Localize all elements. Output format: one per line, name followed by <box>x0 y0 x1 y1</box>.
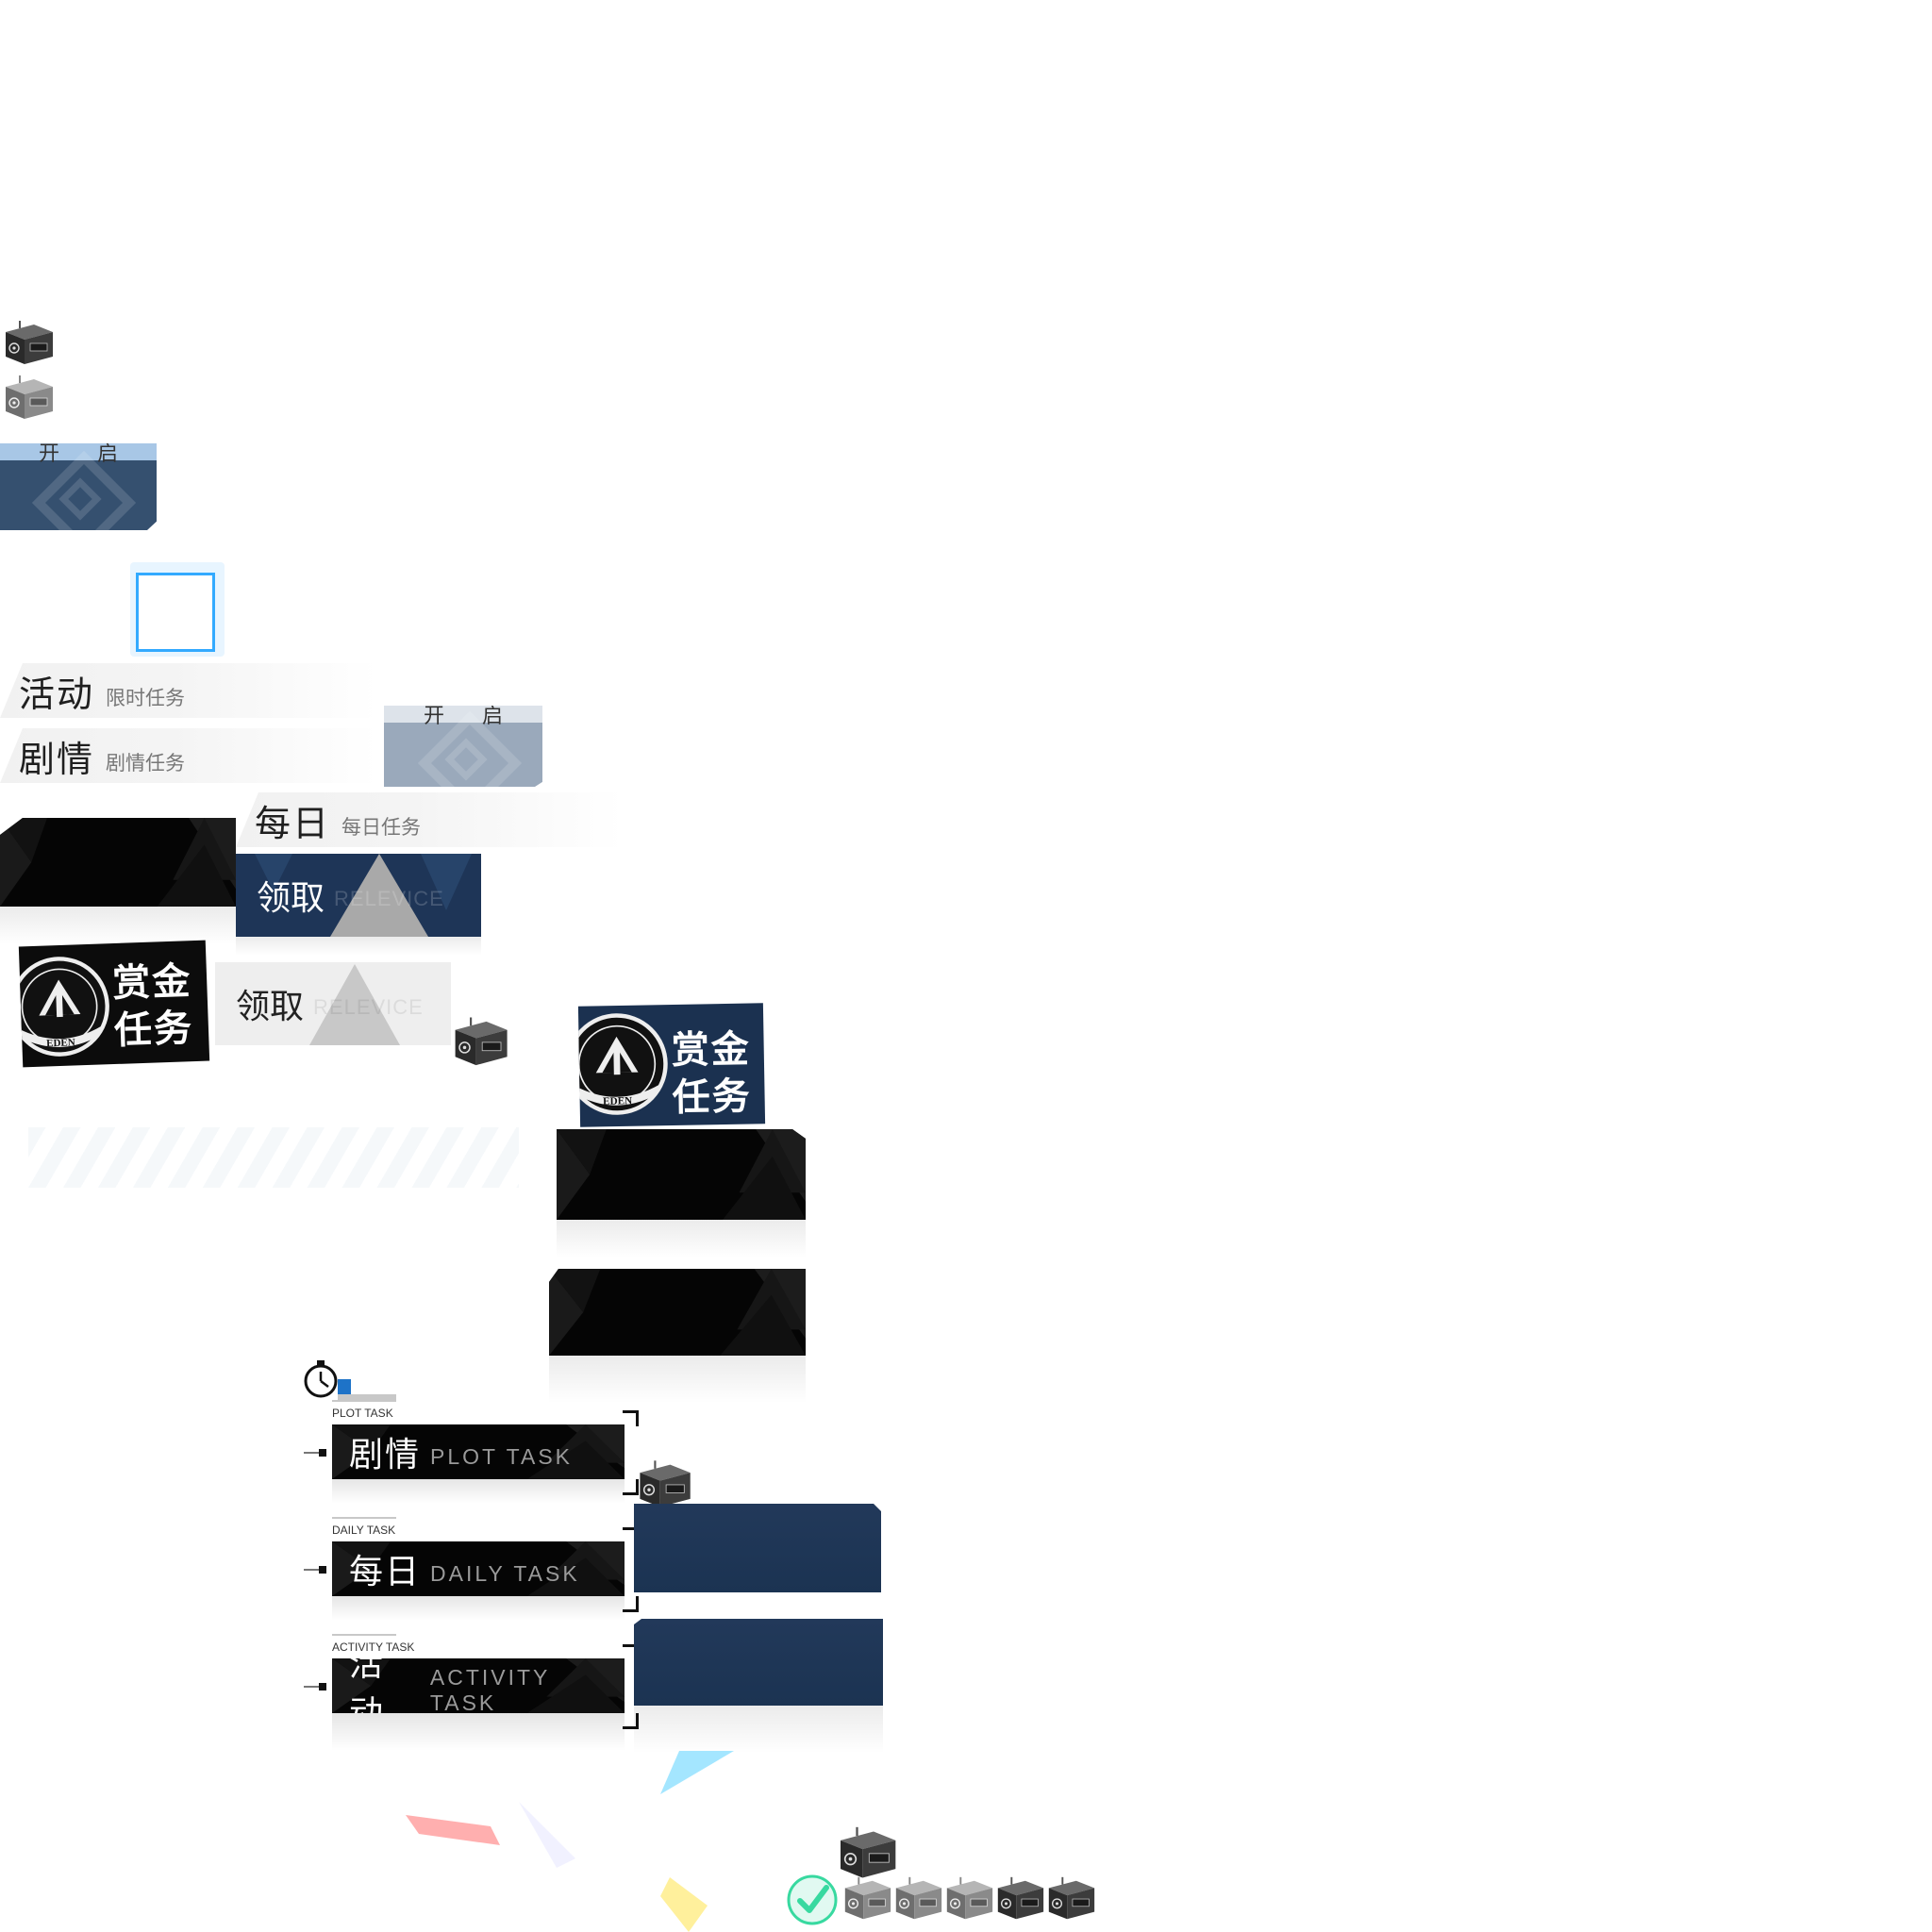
bounty-title-line2: 任务 <box>113 1008 194 1053</box>
claim-watermark: RELEVICE <box>313 995 424 1019</box>
reward-panel <box>634 1619 883 1706</box>
open-label-right: 启 <box>97 443 119 465</box>
treasure-box-icon <box>634 1460 694 1511</box>
task-subtitle: DAILY TASK <box>430 1560 580 1586</box>
dark-panel <box>557 1129 806 1220</box>
bounty-title-line1: 赏金 <box>671 1028 752 1072</box>
corner-bracket <box>623 1410 639 1426</box>
treasure-box-icon <box>840 1875 894 1924</box>
task-subtitle: PLOT TASK <box>430 1443 574 1469</box>
selection-frame[interactable] <box>136 573 215 652</box>
open-button-disabled[interactable]: 开 启 <box>384 706 542 787</box>
striped-decor-bar <box>28 1127 519 1188</box>
task-caption: PLOT TASK <box>332 1407 393 1420</box>
tab-activity[interactable]: 活动 限时任务 <box>0 663 377 718</box>
task-subtitle: ACTIVITY TASK <box>429 1665 550 1713</box>
claim-button[interactable]: 领取 RELEVICE <box>236 854 481 937</box>
tab-daily[interactable]: 每日 每日任务 <box>236 792 623 847</box>
treasure-box-icon <box>992 1875 1047 1924</box>
open-button[interactable]: 开 启 <box>0 443 157 530</box>
treasure-box-icon <box>891 1875 945 1924</box>
treasure-box-icon <box>0 321 57 368</box>
treasure-box-icon <box>834 1826 900 1883</box>
caption-line <box>332 1634 396 1636</box>
tab-activity-subtitle: 限时任务 <box>106 688 186 709</box>
task-title: 活动 <box>349 1658 386 1713</box>
reward-panel <box>634 1504 881 1592</box>
task-caption: DAILY TASK <box>332 1524 396 1537</box>
eden-emblem-icon <box>578 1010 671 1118</box>
tab-daily-subtitle: 每日任务 <box>341 817 422 839</box>
panel-shadow <box>549 1356 806 1403</box>
dark-panel <box>0 818 236 907</box>
treasure-box-icon <box>1043 1875 1098 1924</box>
row-pointer <box>304 1566 326 1574</box>
panel-shadow <box>557 1220 806 1257</box>
tab-daily-title: 每日 <box>255 804 331 844</box>
task-title: 剧情 <box>349 1435 422 1474</box>
treasure-box-icon <box>0 375 57 423</box>
dark-panel <box>549 1269 806 1356</box>
bounty-title-line2: 任务 <box>672 1075 752 1119</box>
bounty-badge-navy[interactable]: 赏金 任务 <box>577 1003 766 1127</box>
task-title: 每日 <box>349 1552 422 1591</box>
claim-button-disabled[interactable]: 领取 RELEVICE <box>215 962 451 1045</box>
treasure-box-icon <box>941 1875 996 1924</box>
task-row-plot[interactable]: 剧情 PLOT TASK <box>332 1424 625 1479</box>
tab-plot-subtitle: 剧情任务 <box>106 753 186 774</box>
row-pointer <box>304 1449 326 1457</box>
row-pointer <box>304 1683 326 1690</box>
claim-label: 领取 <box>236 987 305 1025</box>
task-row-activity[interactable]: 活动 ACTIVITY TASK <box>332 1658 625 1713</box>
caption-line <box>332 1400 396 1402</box>
panel-shadow <box>0 907 236 944</box>
claim-watermark: RELEVICE <box>334 887 444 910</box>
check-icon <box>787 1874 838 1925</box>
bounty-badge[interactable]: 赏金 任务 <box>18 940 210 1068</box>
tab-activity-title: 活动 <box>19 675 95 715</box>
row-shadow <box>332 1596 625 1621</box>
bounty-title-line1: 赏金 <box>111 960 192 1006</box>
eden-emblem-icon <box>19 953 113 1060</box>
caption-line <box>332 1517 396 1519</box>
sparkle-decor <box>406 1751 734 1932</box>
claim-label: 领取 <box>257 878 325 917</box>
open-label-left: 开 <box>38 443 59 465</box>
treasure-box-icon <box>449 1017 511 1070</box>
row-shadow <box>332 1479 625 1504</box>
claim-shadow <box>236 937 481 956</box>
task-row-daily[interactable]: 每日 DAILY TASK <box>332 1541 625 1596</box>
task-caption: ACTIVITY TASK <box>332 1641 415 1654</box>
corner-bracket <box>623 1596 639 1612</box>
open-label-left: 开 <box>423 706 444 727</box>
clock-icon <box>304 1360 338 1398</box>
tab-plot[interactable]: 剧情 剧情任务 <box>0 728 377 783</box>
tab-plot-title: 剧情 <box>19 740 95 780</box>
